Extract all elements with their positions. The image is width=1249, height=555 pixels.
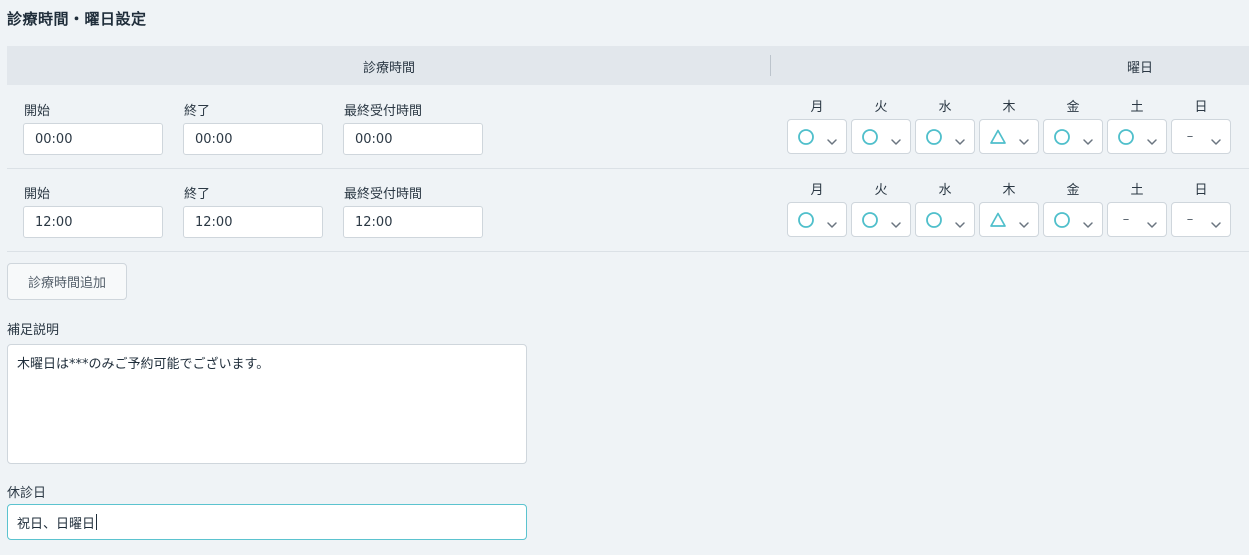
day-label: 土 xyxy=(1130,183,1144,198)
text-caret xyxy=(96,514,98,530)
schedule-header: 診療時間 曜日 xyxy=(7,46,1249,85)
dash-mark: – xyxy=(1180,127,1200,147)
day-availability-select[interactable] xyxy=(979,119,1039,154)
schedule-row: 開始 終了 最終受付時間 月 火 水 木 金 土 日– xyxy=(7,85,1249,169)
end-time-input[interactable] xyxy=(183,123,323,155)
chevron-down-icon xyxy=(826,132,838,145)
day-label: 金 xyxy=(1066,100,1080,115)
dash-text: – xyxy=(1186,129,1194,144)
day-label: 金 xyxy=(1066,183,1080,198)
holiday-input[interactable]: 祝日、日曜日 xyxy=(7,504,527,540)
triangle-mark-icon xyxy=(988,127,1008,147)
dash-text: – xyxy=(1186,212,1194,227)
dash-mark: – xyxy=(1180,210,1200,230)
note-textarea[interactable]: 木曜日は***のみご予約可能でございます。 xyxy=(7,344,527,464)
circle-mark-icon xyxy=(1052,127,1072,147)
page-title: 診療時間・曜日設定 xyxy=(7,10,147,28)
triangle-mark-icon xyxy=(988,210,1008,230)
chevron-down-icon xyxy=(1210,132,1222,145)
chevron-down-icon xyxy=(1082,132,1094,145)
dash-text: – xyxy=(1122,212,1130,227)
day-availability-select[interactable] xyxy=(915,202,975,237)
last-reception-input[interactable] xyxy=(343,206,483,238)
chevron-down-icon xyxy=(1082,215,1094,228)
day-availability-select[interactable] xyxy=(1107,119,1167,154)
day-label: 火 xyxy=(874,183,888,198)
end-label: 終了 xyxy=(184,104,211,119)
day-availability-select[interactable] xyxy=(851,202,911,237)
note-label: 補足説明 xyxy=(7,323,60,338)
start-time-input[interactable] xyxy=(23,123,163,155)
add-schedule-button[interactable]: 診療時間追加 xyxy=(7,263,127,300)
chevron-down-icon xyxy=(1210,215,1222,228)
circle-mark-icon xyxy=(860,127,880,147)
header-day-label: 曜日 xyxy=(1127,61,1154,76)
day-availability-select[interactable] xyxy=(787,202,847,237)
chevron-down-icon xyxy=(826,215,838,228)
end-time-input[interactable] xyxy=(183,206,323,238)
day-availability-select[interactable]: – xyxy=(1171,119,1231,154)
circle-mark-icon xyxy=(1116,127,1136,147)
day-availability-select[interactable] xyxy=(851,119,911,154)
last-reception-label: 最終受付時間 xyxy=(344,187,423,202)
day-label: 月 xyxy=(810,100,824,115)
circle-mark-icon xyxy=(924,210,944,230)
day-label: 土 xyxy=(1130,100,1144,115)
day-label: 木 xyxy=(1002,100,1016,115)
start-time-input[interactable] xyxy=(23,206,163,238)
dash-mark: – xyxy=(1116,210,1136,230)
chevron-down-icon xyxy=(954,132,966,145)
day-label: 火 xyxy=(874,100,888,115)
schedule-row: 開始 終了 最終受付時間 月火水木金土–日– xyxy=(7,168,1249,252)
day-availability-select[interactable]: – xyxy=(1171,202,1231,237)
chevron-down-icon xyxy=(1146,132,1158,145)
day-label: 月 xyxy=(810,183,824,198)
circle-mark-icon xyxy=(796,210,816,230)
circle-mark-icon xyxy=(796,127,816,147)
day-label: 日 xyxy=(1194,100,1208,115)
day-label: 水 xyxy=(938,100,952,115)
circle-mark-icon xyxy=(1052,210,1072,230)
last-reception-input[interactable] xyxy=(343,123,483,155)
circle-mark-icon xyxy=(924,127,944,147)
day-label: 木 xyxy=(1002,183,1016,198)
day-availability-select[interactable] xyxy=(915,119,975,154)
holiday-input-value: 祝日、日曜日 xyxy=(17,516,96,532)
header-divider xyxy=(770,55,771,76)
end-label: 終了 xyxy=(184,187,211,202)
holiday-label: 休診日 xyxy=(7,486,47,501)
chevron-down-icon xyxy=(954,215,966,228)
day-availability-select[interactable] xyxy=(979,202,1039,237)
chevron-down-icon xyxy=(1018,132,1030,145)
chevron-down-icon xyxy=(1018,215,1030,228)
day-availability-select[interactable] xyxy=(1043,202,1103,237)
day-availability-select[interactable] xyxy=(1043,119,1103,154)
start-label: 開始 xyxy=(24,104,51,119)
header-time-label: 診療時間 xyxy=(362,61,415,76)
day-label: 水 xyxy=(938,183,952,198)
circle-mark-icon xyxy=(860,210,880,230)
day-availability-select[interactable]: – xyxy=(1107,202,1167,237)
chevron-down-icon xyxy=(890,132,902,145)
day-availability-select[interactable] xyxy=(787,119,847,154)
last-reception-label: 最終受付時間 xyxy=(344,104,423,119)
start-label: 開始 xyxy=(24,187,51,202)
chevron-down-icon xyxy=(1146,215,1158,228)
day-label: 日 xyxy=(1194,183,1208,198)
chevron-down-icon xyxy=(890,215,902,228)
